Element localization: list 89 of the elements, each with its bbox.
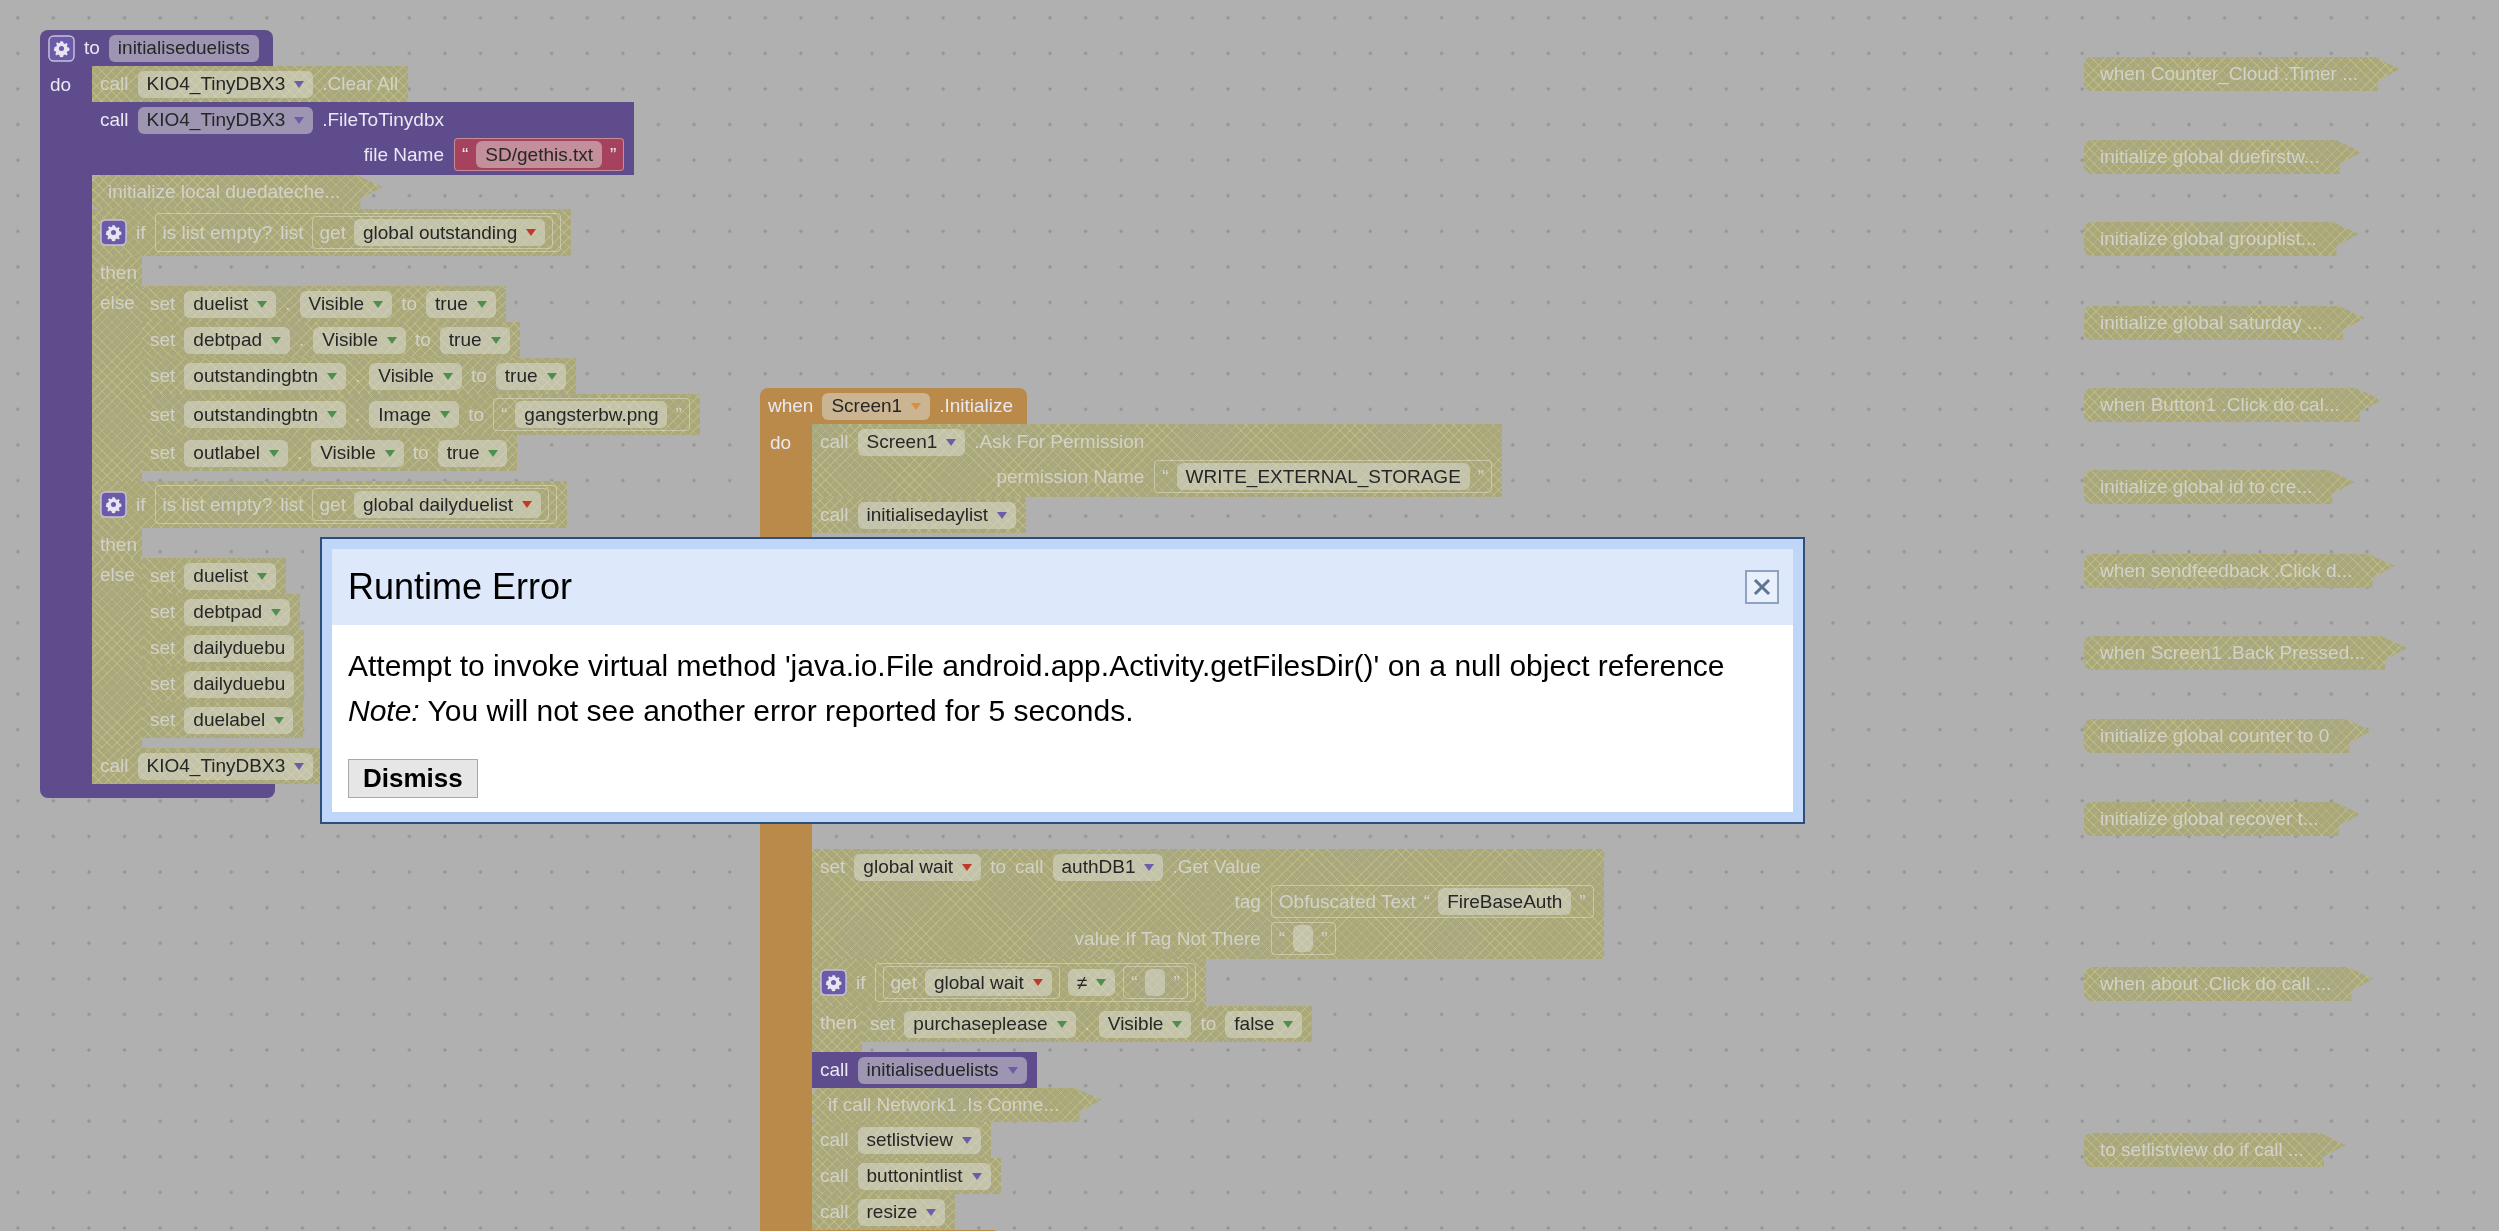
block-label: “ bbox=[1278, 927, 1286, 950]
dropdown-field[interactable]: Screen1 bbox=[822, 392, 931, 420]
block-label: to bbox=[468, 403, 484, 426]
block-label: call bbox=[100, 755, 129, 777]
block-label: is list empty? bbox=[162, 493, 273, 516]
block-label: set bbox=[150, 365, 176, 387]
block-label: then bbox=[100, 534, 137, 555]
block-label: . bbox=[299, 329, 305, 351]
gear-icon[interactable] bbox=[48, 34, 75, 62]
dropdown-field[interactable]: initialiseduelists bbox=[857, 1056, 1027, 1084]
block-label: if bbox=[136, 221, 146, 244]
block-label: get bbox=[319, 221, 346, 244]
block-label: Obfuscated Text bbox=[1278, 890, 1416, 913]
block-label: else bbox=[100, 564, 135, 585]
block-label: “ bbox=[1131, 971, 1138, 994]
block-label: ” bbox=[610, 143, 617, 166]
error-note: Note: You will not see another error reported for 5 seconds. bbox=[348, 693, 1135, 729]
block-label: set bbox=[150, 293, 176, 315]
block-label: set bbox=[150, 673, 176, 695]
block-label: list bbox=[280, 493, 304, 516]
block-label: set bbox=[150, 601, 176, 623]
block-label: “ bbox=[1423, 890, 1431, 913]
block-label: ” bbox=[1477, 465, 1485, 488]
block-label: set bbox=[150, 403, 176, 426]
dialog-title: Runtime Error bbox=[348, 566, 573, 608]
block-label: call bbox=[820, 1201, 849, 1223]
error-message: Attempt to invoke virtual method 'java.io.File android.app.Activity.getFilesDir()' on a null object reference bbox=[348, 648, 1726, 684]
block-label: is list empty? bbox=[162, 221, 273, 244]
block-label: get bbox=[319, 493, 346, 516]
block-label: to bbox=[414, 329, 431, 351]
close-button[interactable] bbox=[1745, 570, 1779, 604]
block-label: to bbox=[412, 442, 429, 464]
block-label: call bbox=[100, 73, 129, 95]
block-label: .Get Value bbox=[1172, 856, 1261, 878]
block-label: get bbox=[890, 971, 917, 994]
block-label: set bbox=[870, 1013, 896, 1035]
block-label: ” bbox=[675, 403, 682, 426]
block-label: .Clear All bbox=[322, 73, 399, 95]
block-label: to bbox=[84, 37, 100, 59]
block-label: call bbox=[1015, 856, 1044, 878]
block-label: . bbox=[355, 403, 361, 426]
block-label: set bbox=[150, 329, 176, 351]
block-label: .Initialize bbox=[939, 395, 1014, 417]
block-label: .FileToTinydbx bbox=[322, 109, 444, 131]
block-label: permission Name bbox=[996, 465, 1145, 488]
dismiss-button[interactable]: Dismiss bbox=[348, 759, 478, 798]
block-label: . bbox=[1084, 1013, 1090, 1035]
string-field[interactable]: SD/gethis.txt bbox=[476, 141, 603, 168]
block-label: set bbox=[150, 442, 176, 464]
empty-string-field[interactable] bbox=[1145, 969, 1166, 996]
block-label: if bbox=[856, 971, 866, 994]
block-label: to bbox=[401, 293, 418, 315]
block-label: set bbox=[150, 637, 176, 659]
block-label: call bbox=[820, 1165, 849, 1187]
block-label: tag bbox=[1234, 890, 1261, 913]
block-label: else bbox=[100, 292, 135, 313]
block-label: call bbox=[820, 1129, 849, 1151]
block-label: set bbox=[820, 856, 846, 878]
block-label: when bbox=[768, 395, 814, 417]
block-label: . bbox=[285, 293, 291, 315]
block-label: “ bbox=[462, 143, 469, 166]
block-label: ” bbox=[1321, 927, 1328, 950]
name-field[interactable]: initialiseduelists bbox=[108, 34, 259, 62]
dropdown-field[interactable]: KIO4_TinyDBX3 bbox=[137, 106, 314, 134]
block-label: do bbox=[770, 432, 792, 453]
block-label: file Name bbox=[363, 143, 444, 166]
block-label: then bbox=[100, 262, 137, 283]
block-label: call bbox=[100, 109, 129, 131]
block-label: list bbox=[280, 221, 304, 244]
block-label: . bbox=[355, 365, 361, 387]
block-label: .Ask For Permission bbox=[974, 431, 1145, 453]
block-label: to bbox=[1200, 1013, 1217, 1035]
block-label: . bbox=[296, 442, 303, 464]
block-label: set bbox=[150, 565, 176, 587]
block-label: to bbox=[990, 856, 1006, 878]
block-label: ” bbox=[1173, 971, 1180, 994]
block-label: “ bbox=[1162, 465, 1169, 488]
block-label: ” bbox=[1579, 890, 1586, 913]
close-icon bbox=[1751, 576, 1773, 598]
block-label: set bbox=[150, 709, 176, 731]
block-label: then bbox=[820, 1012, 857, 1033]
block-label: do bbox=[50, 74, 72, 95]
block-label: call bbox=[820, 431, 849, 453]
block-label: “ bbox=[501, 403, 508, 426]
block-label: call bbox=[820, 1059, 849, 1081]
block-label: value If Tag Not There bbox=[1074, 927, 1261, 950]
block-label: call bbox=[820, 504, 849, 526]
block-label: if bbox=[136, 493, 146, 516]
block-label: to bbox=[470, 365, 487, 387]
